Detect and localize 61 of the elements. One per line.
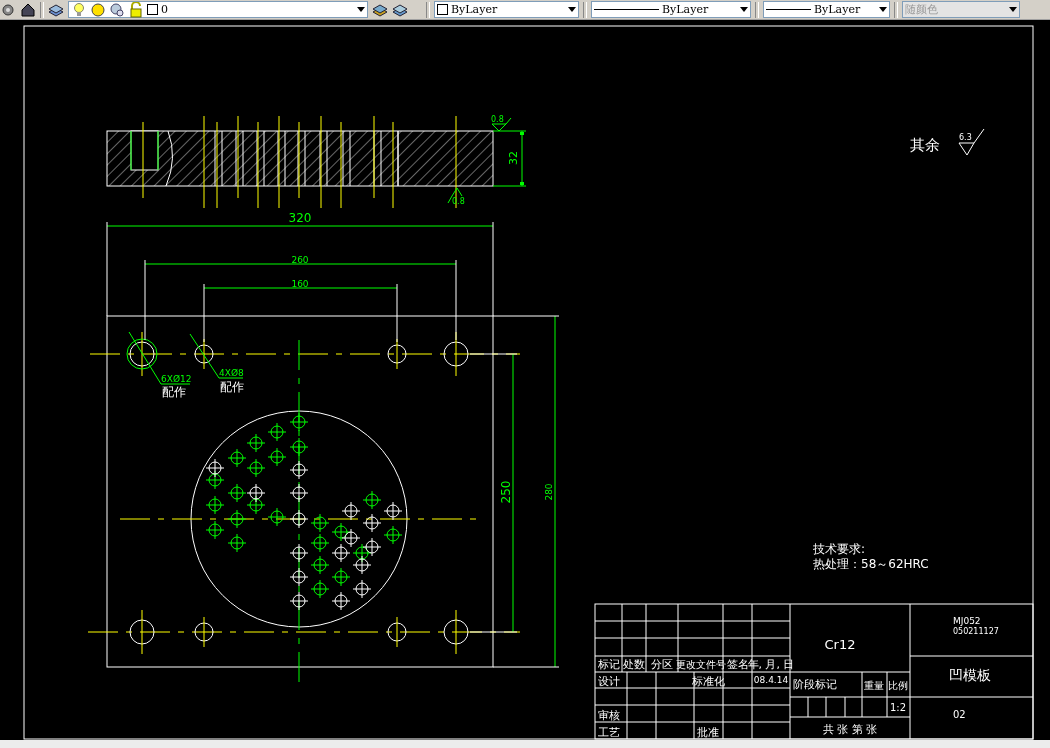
layer-name: 0 xyxy=(161,3,169,16)
part-name: 凹模板 xyxy=(949,667,991,683)
roughness-symbol-icon xyxy=(491,117,512,132)
dimension-text: 160 xyxy=(291,279,309,289)
title-block-label: 比例 xyxy=(888,680,908,691)
caret-icon[interactable] xyxy=(879,7,887,12)
date-text: 08.4.14 xyxy=(753,675,789,685)
dimension-text: 32 xyxy=(507,151,520,165)
leader-line xyxy=(189,333,244,379)
dimension-text: 250 xyxy=(499,480,513,504)
drawing-canvas[interactable]: 32 0.8 0.8 320 260 160 280 250 6XØ12 配作 4XØ8 配作 其余 6.3 技术要求: 热处理：58～62HRC 标记 处数 分区 更改文件号签名年, 月, 日 设计 标准化 审核 工艺 批准 08.4.14 Cr12 阶段标记 重量 比例 1:2 共 张 第 张 MJ052 050211127 凹模板 02 xyxy=(0,20,1050,740)
lock-icon xyxy=(128,1,144,18)
notes-text: 热处理：58～62HRC xyxy=(813,557,929,571)
title-block-label: 共 张 第 张 xyxy=(822,723,878,736)
notes-title: 技术要求: xyxy=(813,542,866,556)
roughness-symbol-icon xyxy=(958,128,985,156)
roughness-value: 6.3 xyxy=(959,133,972,142)
title-block-label: 处数 xyxy=(623,658,645,671)
gear-icon xyxy=(109,1,125,18)
title-block-label: 工艺 xyxy=(598,726,620,739)
color-dropdown[interactable]: ByLayer xyxy=(434,1,579,18)
title-block-label: 分区 xyxy=(651,658,673,671)
title-block-label: 更改文件号 xyxy=(675,659,726,670)
title-block-label: 批准 xyxy=(697,726,719,739)
sheet-number: 02 xyxy=(953,709,966,720)
layer-dropdown[interactable]: 0 xyxy=(68,1,368,18)
caret-icon[interactable] xyxy=(740,7,748,12)
title-block-label: 重量 xyxy=(864,680,884,691)
title-block-label: 审核 xyxy=(598,709,620,722)
drawing-number: MJ052 xyxy=(953,616,981,626)
roughness-symbol-icon xyxy=(447,187,463,204)
scale-text: 1:2 xyxy=(889,702,907,713)
finish-label: 其余 xyxy=(910,136,940,154)
dimension-text: 280 xyxy=(544,483,554,501)
title-block-label: 设计 xyxy=(598,675,620,688)
dimension-line xyxy=(492,130,527,187)
lightbulb-icon xyxy=(71,1,87,18)
color-swatch-icon xyxy=(147,4,158,15)
roughness-value: 0.8 xyxy=(491,115,504,124)
caret-icon[interactable] xyxy=(568,7,576,12)
linetype-dropdown[interactable]: ByLayer xyxy=(591,1,751,18)
roughness-value: 0.8 xyxy=(452,197,465,206)
title-block-label: 年, 月, 日 xyxy=(747,658,795,671)
hole-callout-label: 4XØ8 xyxy=(219,368,244,378)
house-icon[interactable] xyxy=(20,1,36,18)
dimension-text: 260 xyxy=(291,255,309,265)
student-number: 050211127 xyxy=(953,627,999,636)
material-text: Cr12 xyxy=(824,637,856,652)
dimension-text: 320 xyxy=(288,211,312,225)
lineweight-dropdown[interactable]: ByLayer xyxy=(763,1,890,18)
title-block-label: 签名 xyxy=(726,658,749,671)
title-block-label: 标记 xyxy=(597,658,620,671)
title-block-label: 阶段标记 xyxy=(793,678,837,691)
sun-icon xyxy=(90,1,106,18)
callout-note: 配作 xyxy=(220,380,244,394)
hole-callout-label: 6XØ12 xyxy=(161,374,192,384)
caret-icon[interactable] xyxy=(357,7,365,12)
leader-line xyxy=(128,331,191,385)
title-block-label: 标准化 xyxy=(691,675,725,688)
callout-note: 配作 xyxy=(162,385,186,399)
settings-icon[interactable] xyxy=(0,1,16,18)
